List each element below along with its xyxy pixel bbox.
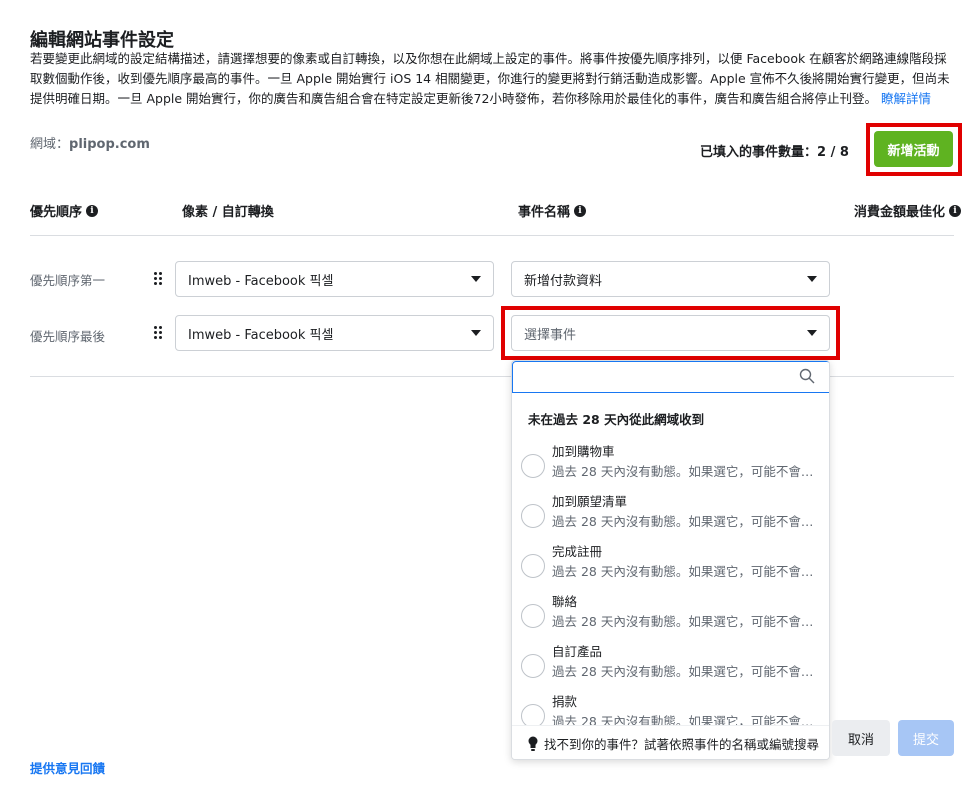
event-select-value: 新增付款資料 <box>524 273 603 289</box>
option-name: 加到願望清單 <box>552 494 628 509</box>
pixel-select[interactable]: Imweb - Facebook 픽셀 <box>175 315 494 351</box>
chevron-down-icon <box>471 276 481 282</box>
column-event-name: 事件名稱 i <box>518 201 587 220</box>
dropdown-option[interactable]: 加到願望清單 過去 28 天內沒有動態。如果選它，可能不會回報... <box>512 491 829 541</box>
drag-handle-icon[interactable] <box>154 326 164 340</box>
radio-button[interactable] <box>521 604 545 628</box>
radio-button[interactable] <box>521 454 545 478</box>
event-select[interactable]: 新增付款資料 <box>511 261 830 297</box>
pixel-select-value: Imweb - Facebook 픽셀 <box>188 273 334 289</box>
info-icon[interactable]: i <box>574 204 587 217</box>
option-description: 過去 28 天內沒有動態。如果選它，可能不會回報... <box>552 564 822 579</box>
column-pixel: 像素 / 自訂轉換 <box>182 201 274 220</box>
dropdown-footer-text: 找不到你的事件？試著依照事件的名稱或編號搜尋 <box>544 737 820 752</box>
event-dropdown: 未在過去 28 天內從此網域收到 加到購物車 過去 28 天內沒有動態。如果選它… <box>511 360 830 760</box>
radio-button[interactable] <box>521 504 545 528</box>
feedback-link[interactable]: 提供意見回饋 <box>30 758 105 777</box>
dropdown-option[interactable]: 完成註冊 過去 28 天內沒有動態。如果選它，可能不會回報... <box>512 541 829 591</box>
dropdown-option[interactable]: 自訂產品 過去 28 天內沒有動態。如果選它，可能不會回報... <box>512 641 829 691</box>
dropdown-option[interactable]: 聯絡 過去 28 天內沒有動態。如果選它，可能不會回報... <box>512 591 829 641</box>
option-description: 過去 28 天內沒有動態。如果選它，可能不會回報... <box>552 614 822 629</box>
page-description: 若要變更此網域的設定結構描述，請選擇想要的像素或自訂轉換，以及你想在此網域上設定… <box>30 49 955 109</box>
add-event-button[interactable]: 新增活動 <box>874 131 953 167</box>
events-count: 已填入的事件數量：2 / 8 <box>700 145 849 160</box>
radio-button[interactable] <box>521 554 545 578</box>
event-select-placeholder: 選擇事件 <box>524 327 577 343</box>
row-priority-first-label: 優先順序第一 <box>30 273 106 288</box>
option-name: 自訂產品 <box>552 644 603 659</box>
learn-more-link[interactable]: 瞭解詳情 <box>881 91 931 106</box>
option-description: 過去 28 天內沒有動態。如果選它，可能不會回報... <box>552 664 822 679</box>
description-text: 若要變更此網域的設定結構描述，請選擇想要的像素或自訂轉換，以及你想在此網域上設定… <box>30 51 950 106</box>
cancel-button[interactable]: 取消 <box>832 720 890 756</box>
event-search-input[interactable] <box>512 361 829 393</box>
option-description: 過去 28 天內沒有動態。如果選它，可能不會回報... <box>552 514 822 529</box>
chevron-down-icon <box>807 330 817 336</box>
dropdown-footer: 找不到你的事件？試著依照事件的名稱或編號搜尋 <box>512 725 829 759</box>
chevron-down-icon <box>471 330 481 336</box>
domain-info: 網域：plipop.com <box>30 133 150 152</box>
lightbulb-icon <box>528 736 538 751</box>
pixel-select[interactable]: Imweb - Facebook 픽셀 <box>175 261 494 297</box>
column-event-name-label: 事件名稱 <box>518 205 571 220</box>
pixel-select-value: Imweb - Facebook 픽셀 <box>188 327 334 343</box>
info-icon[interactable]: i <box>949 204 962 217</box>
column-pixel-label: 像素 / 自訂轉換 <box>182 205 274 220</box>
info-icon[interactable]: i <box>86 204 99 217</box>
domain-label: 網域： <box>30 137 70 152</box>
option-description: 過去 28 天內沒有動態。如果選它，可能不會回報... <box>552 464 822 479</box>
column-priority: 優先順序 i <box>30 201 99 220</box>
drag-handle-icon[interactable] <box>154 272 164 286</box>
column-value-optimization: 消費金額最佳化 i <box>854 201 962 220</box>
header-divider <box>30 235 954 236</box>
domain-value: plipop.com <box>69 137 150 152</box>
column-priority-label: 優先順序 <box>30 205 83 220</box>
radio-button[interactable] <box>521 654 545 678</box>
option-name: 捐款 <box>552 694 578 709</box>
dropdown-section-title: 未在過去 28 天內從此網域收到 <box>528 412 705 427</box>
row-priority-last-label: 優先順序最後 <box>30 329 106 344</box>
event-select-open[interactable]: 選擇事件 <box>511 315 830 351</box>
option-name: 加到購物車 <box>552 444 615 459</box>
option-name: 聯絡 <box>552 594 578 609</box>
submit-button[interactable]: 提交 <box>898 720 954 756</box>
chevron-down-icon <box>807 276 817 282</box>
search-icon <box>799 368 815 384</box>
option-name: 完成註冊 <box>552 544 603 559</box>
dropdown-option[interactable]: 加到購物車 過去 28 天內沒有動態。如果選它，可能不會回報... <box>512 441 829 491</box>
column-value-optimization-label: 消費金額最佳化 <box>854 205 946 220</box>
